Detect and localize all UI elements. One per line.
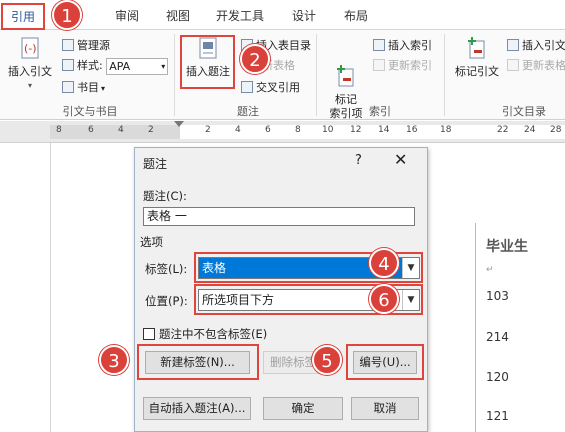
dropdown-arrow-icon: ▾ bbox=[101, 84, 106, 93]
callout-badge: 5 bbox=[312, 345, 342, 375]
bibliography-icon bbox=[62, 81, 74, 93]
dropdown-arrow-icon: ▾ bbox=[27, 81, 32, 90]
update-toa-icon bbox=[507, 59, 519, 71]
group-divider bbox=[444, 34, 445, 116]
cross-reference-button[interactable]: 交叉引用 bbox=[241, 79, 300, 97]
group-label-toa: 引文目录 bbox=[502, 105, 546, 118]
position-label: 位置(P): bbox=[145, 294, 188, 308]
chevron-down-icon: ▾ bbox=[161, 62, 166, 71]
tab-review[interactable]: 审阅 bbox=[115, 6, 139, 26]
insert-toa-button[interactable]: 插入引文 bbox=[507, 37, 565, 55]
indent-marker-icon[interactable] bbox=[174, 121, 184, 127]
group-label-captions: 题注 bbox=[237, 105, 259, 118]
ruler-tick: 18 bbox=[440, 125, 452, 135]
ruler-tick: 12 bbox=[350, 125, 362, 135]
callout-badge: 4 bbox=[369, 248, 399, 278]
style-icon bbox=[62, 59, 74, 71]
caption-label: 题注(C): bbox=[143, 189, 187, 203]
insert-citation-icon: (-) bbox=[17, 36, 43, 62]
style-dropdown[interactable]: APA ▾ bbox=[106, 58, 169, 75]
table-cell: 120 bbox=[486, 370, 509, 384]
bibliography-button[interactable]: 书目 ▾ bbox=[62, 79, 105, 97]
ruler-margin-left bbox=[50, 125, 180, 139]
tab-developer[interactable]: 开发工具 bbox=[216, 6, 264, 26]
ribbon: (-) 插入引文 ▾ 管理源 样式: APA ▾ 书目 ▾ 引文与书目 插入题注 插… bbox=[0, 30, 565, 120]
horizontal-ruler[interactable]: 8 6 4 2 2 4 6 8 10 12 14 16 18 22 24 28 bbox=[0, 121, 565, 143]
ruler-tick: 28 bbox=[550, 125, 562, 135]
ruler-tick: 22 bbox=[497, 125, 509, 135]
ok-button[interactable]: 确定 bbox=[263, 397, 343, 420]
callout-badge: 1 bbox=[52, 0, 82, 30]
ruler-tick: 10 bbox=[322, 125, 334, 135]
highlight-insert-caption bbox=[180, 35, 235, 89]
ruler-tick: 2 bbox=[148, 125, 154, 135]
tab-references[interactable]: 引用 bbox=[1, 3, 45, 30]
tab-design[interactable]: 设计 bbox=[292, 6, 316, 26]
help-icon[interactable]: ? bbox=[355, 153, 362, 168]
label-label: 标签(L): bbox=[145, 262, 188, 276]
dialog-title: 题注 bbox=[143, 157, 168, 171]
ruler-tick: 8 bbox=[56, 125, 62, 135]
exclude-label-checkbox[interactable] bbox=[143, 328, 155, 340]
highlight-numbering bbox=[346, 344, 424, 380]
tab-view[interactable]: 视图 bbox=[166, 6, 190, 26]
highlight-new-label bbox=[137, 344, 259, 380]
ruler-tick: 6 bbox=[88, 125, 94, 135]
callout-badge: 6 bbox=[369, 284, 399, 314]
insert-toa-icon bbox=[507, 39, 519, 51]
page-left-edge bbox=[50, 143, 51, 432]
update-index-button[interactable]: 更新索引 bbox=[373, 57, 432, 75]
cross-reference-icon bbox=[241, 81, 253, 93]
ruler-tick: 6 bbox=[265, 125, 271, 135]
svg-text:(-): (-) bbox=[24, 42, 37, 55]
update-toa-button[interactable]: 更新表格 bbox=[507, 57, 565, 75]
table-header-cell: 毕业生 bbox=[486, 239, 528, 255]
table-column-line bbox=[475, 223, 476, 432]
style-selector[interactable]: 样式: APA ▾ bbox=[62, 57, 169, 75]
exclude-label-text: 题注中不包含标签(E) bbox=[159, 327, 268, 341]
table-cell: 103 bbox=[486, 289, 509, 303]
manage-sources-icon bbox=[62, 39, 74, 51]
callout-badge: 2 bbox=[240, 44, 270, 74]
manage-sources-button[interactable]: 管理源 bbox=[62, 37, 110, 55]
insert-index-icon bbox=[373, 39, 385, 51]
group-label-index: 索引 bbox=[369, 105, 391, 118]
options-heading: 选项 bbox=[140, 235, 163, 249]
ruler-tick: 4 bbox=[118, 125, 124, 135]
ruler-tick: 2 bbox=[205, 125, 211, 135]
insert-citation-button[interactable]: (-) 插入引文 ▾ bbox=[4, 36, 56, 93]
ruler-tick: 14 bbox=[378, 125, 390, 135]
caption-field[interactable]: 表格 一 bbox=[143, 207, 415, 226]
ruler-tick: 24 bbox=[524, 125, 536, 135]
paragraph-mark-icon: ↵ bbox=[486, 265, 494, 275]
callout-badge: 3 bbox=[99, 345, 129, 375]
ruler-tick: 4 bbox=[235, 125, 241, 135]
cancel-button[interactable]: 取消 bbox=[351, 397, 419, 420]
table-cell: 214 bbox=[486, 330, 509, 344]
ruler-tick: 16 bbox=[406, 125, 418, 135]
table-cell: 121 bbox=[486, 409, 509, 423]
mark-citation-button[interactable]: 标记引文 bbox=[450, 36, 504, 79]
close-icon[interactable]: ✕ bbox=[394, 150, 407, 169]
insert-index-button[interactable]: 插入索引 bbox=[373, 37, 432, 55]
update-index-icon bbox=[373, 59, 385, 71]
mark-citation-icon bbox=[464, 36, 490, 62]
group-label-citations: 引文与书目 bbox=[62, 105, 118, 118]
mark-entry-icon bbox=[333, 50, 359, 87]
group-divider bbox=[316, 34, 317, 116]
autocaption-button[interactable]: 自动插入题注(A)... bbox=[143, 397, 251, 420]
tab-layout[interactable]: 布局 bbox=[344, 6, 368, 26]
ribbon-tab-bar: 引用 审阅 视图 开发工具 设计 布局 bbox=[0, 0, 565, 30]
ruler-tick: 8 bbox=[295, 125, 301, 135]
group-divider bbox=[174, 34, 175, 116]
